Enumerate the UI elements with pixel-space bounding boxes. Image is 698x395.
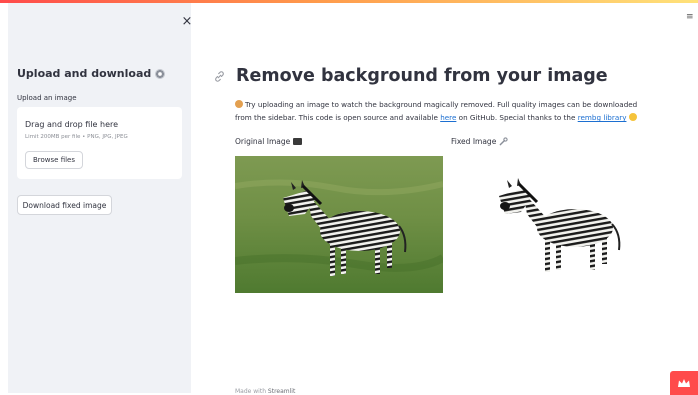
wrench-icon [499, 137, 508, 146]
fixed-image [499, 178, 621, 272]
smile-emoji-icon [628, 113, 637, 121]
gear-icon [155, 68, 166, 79]
download-fixed-image-button[interactable]: Download fixed image [17, 195, 112, 215]
dropzone-limit: Limit 200MB per file • PNG, JPG, JPEG [25, 134, 128, 140]
original-image-label-text: Original Image [235, 137, 291, 146]
streamlit-link[interactable]: Streamlit [268, 388, 295, 395]
footer-made-with: Made with [235, 388, 268, 395]
dropzone-title: Drag and drop file here [25, 120, 119, 129]
file-dropzone[interactable]: Drag and drop file here Limit 200MB per … [17, 107, 182, 179]
close-sidebar-button[interactable]: × [180, 15, 194, 29]
main-menu-icon[interactable]: ≡ [686, 13, 694, 22]
zebra-cutout [499, 178, 621, 272]
sidebar-title-text: Upload and download [17, 67, 152, 80]
sidebar: × Upload and download Upload an image Dr… [8, 3, 194, 393]
page-title: Remove background from your image [236, 66, 608, 86]
intro-paragraph: Try uploading an image to watch the back… [235, 98, 655, 124]
anchor-link-icon[interactable] [213, 70, 226, 83]
streamlit-app-badge[interactable] [670, 371, 698, 395]
camera-icon [293, 138, 303, 145]
browse-files-button[interactable]: Browse files [25, 151, 83, 169]
crown-icon [678, 378, 690, 387]
footer: Made with Streamlit [235, 388, 295, 395]
dog-emoji-icon [235, 100, 243, 108]
original-image [235, 156, 443, 293]
intro-text-middle: on GitHub. Special thanks to the [456, 113, 578, 122]
rembg-library-link[interactable]: rembg library [578, 113, 627, 122]
sidebar-title: Upload and download [17, 67, 166, 80]
fixed-image-label: Fixed Image [451, 137, 508, 146]
github-here-link[interactable]: here [440, 113, 456, 122]
upload-label: Upload an image [17, 94, 77, 102]
fixed-image-label-text: Fixed Image [451, 137, 497, 146]
original-image-label: Original Image [235, 137, 303, 146]
